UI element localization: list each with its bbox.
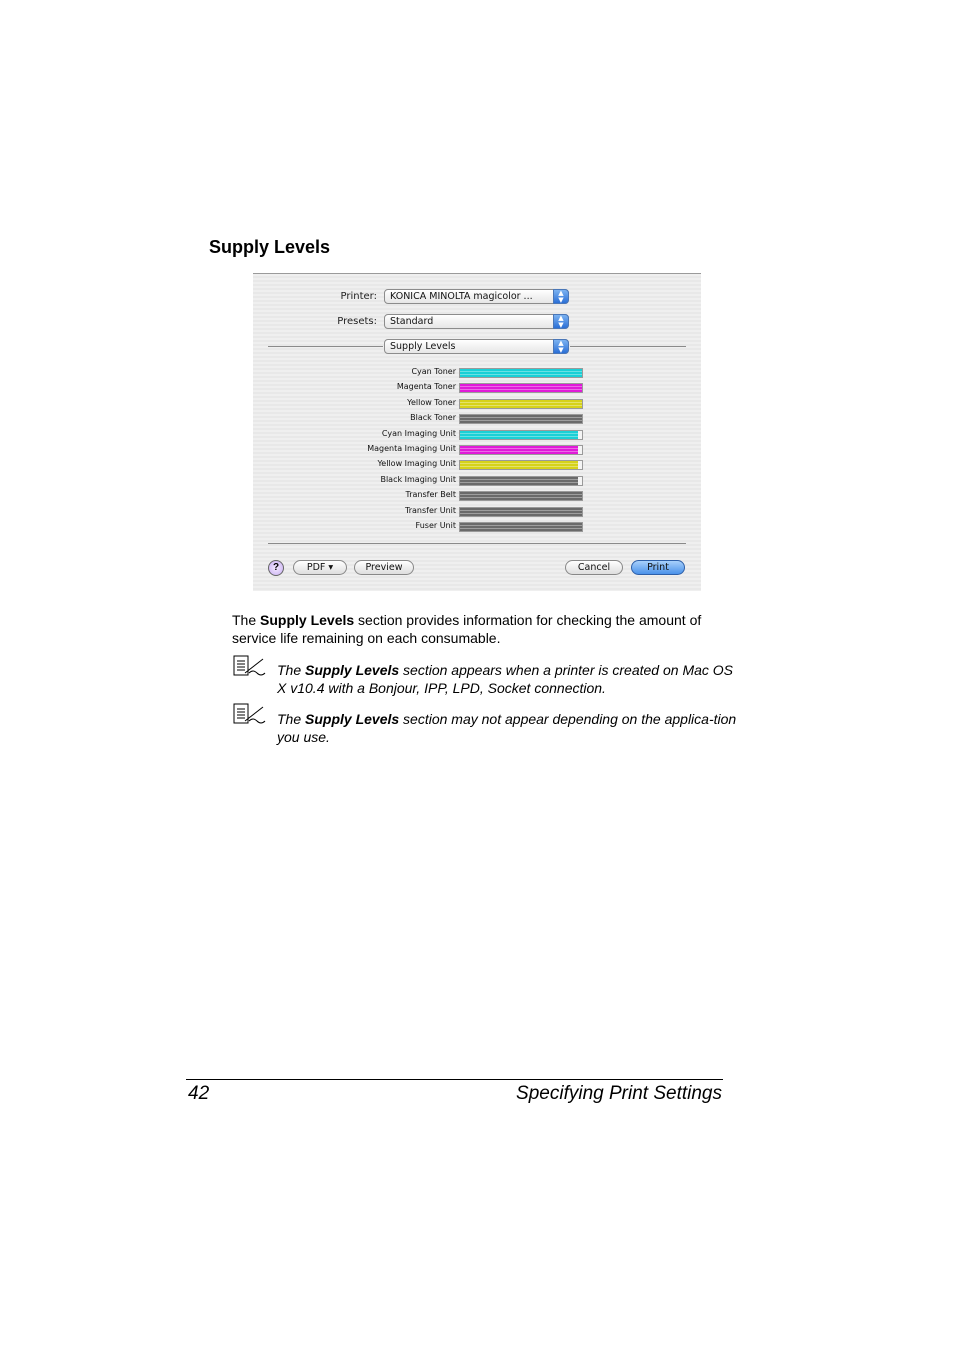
supply-level-fill — [460, 369, 582, 377]
supply-row: Black Toner — [253, 413, 701, 425]
supply-level-fill — [460, 415, 582, 424]
supply-name: Fuser Unit — [415, 521, 456, 530]
supply-row: Transfer Unit — [253, 506, 701, 518]
help-button[interactable]: ? — [268, 560, 284, 576]
supply-level-fill — [460, 476, 579, 485]
supply-name: Magenta Toner — [396, 382, 456, 392]
note-text: The — [277, 711, 306, 727]
supply-name: Magenta Imaging Unit — [367, 444, 456, 453]
supply-row: Cyan Imaging Unit — [253, 429, 701, 441]
supply-row: Yellow Toner — [253, 398, 701, 410]
print-dialog: Printer: KONICA MINOLTA magicolor ... ▲ ▼… — [253, 273, 701, 591]
supply-row: Yellow Imaging Unit — [253, 459, 701, 471]
supply-row: Fuser Unit — [253, 521, 701, 533]
supply-name: Cyan Toner — [411, 367, 456, 376]
intro-text: The — [232, 612, 261, 628]
supply-level-bar — [459, 475, 583, 486]
intro-bold: Supply Levels — [260, 612, 355, 628]
supply-level-bar — [459, 460, 583, 471]
supply-name: Transfer Unit — [405, 505, 456, 515]
separator-left — [268, 346, 383, 347]
supply-name: Transfer Belt — [405, 490, 456, 500]
printer-popup[interactable]: KONICA MINOLTA magicolor ... ▲ ▼ — [384, 289, 569, 304]
supply-row: Transfer Belt — [253, 490, 701, 502]
supply-level-fill — [460, 461, 579, 470]
supply-level-fill — [460, 399, 582, 408]
supply-level-bar — [459, 368, 583, 378]
supply-level-bar — [459, 491, 583, 502]
supply-level-bar — [459, 445, 583, 455]
panel-popup[interactable]: Supply Levels ▲ ▼ — [384, 339, 569, 354]
supply-level-bar — [459, 383, 583, 394]
supply-name: Black Imaging Unit — [380, 474, 456, 484]
supply-row: Black Imaging Unit — [253, 475, 701, 487]
supply-level-fill — [460, 384, 582, 393]
bottom-separator — [268, 543, 686, 544]
supply-level-bar — [459, 414, 583, 425]
note-icon — [233, 703, 266, 724]
supply-level-fill — [460, 523, 582, 531]
supply-name: Cyan Imaging Unit — [381, 428, 456, 438]
note-1: The Supply Levels section appears when a… — [277, 661, 737, 697]
supply-name: Yellow Toner — [407, 397, 456, 407]
popup-arrows-icon: ▲ ▼ — [553, 289, 569, 304]
footer-rule — [186, 1079, 723, 1080]
note-icon — [233, 655, 266, 676]
preview-button[interactable]: Preview — [354, 560, 414, 575]
note-bold: Supply Levels — [305, 662, 400, 678]
pdf-button[interactable]: PDF ▾ — [293, 560, 347, 575]
presets-label: Presets: — [337, 316, 377, 327]
supply-name: Black Toner — [410, 413, 456, 423]
presets-value: Standard — [390, 316, 434, 327]
supply-level-fill — [460, 492, 582, 501]
note-text: The — [277, 662, 306, 678]
page-number: 42 — [188, 1083, 210, 1104]
note-bold: Supply Levels — [305, 711, 400, 727]
intro-paragraph: The Supply Levels section provides infor… — [232, 611, 732, 647]
cancel-button[interactable]: Cancel — [565, 560, 623, 575]
supply-level-bar — [459, 429, 583, 440]
note-2: The Supply Levels section may not appear… — [277, 710, 737, 746]
supply-row: Magenta Imaging Unit — [253, 444, 701, 456]
printer-label: Printer: — [340, 291, 377, 302]
supply-level-fill — [460, 446, 579, 454]
panel-value: Supply Levels — [390, 341, 456, 352]
supply-level-bar — [459, 522, 583, 532]
supply-name: Yellow Imaging Unit — [377, 459, 456, 469]
supply-level-fill — [460, 507, 582, 516]
separator-right — [570, 346, 686, 347]
supply-level-bar — [459, 506, 583, 517]
supply-row: Cyan Toner — [253, 367, 701, 379]
presets-popup[interactable]: Standard ▲ ▼ — [384, 314, 569, 329]
print-button[interactable]: Print — [631, 560, 685, 575]
popup-arrows-icon: ▲ ▼ — [553, 339, 569, 354]
supply-level-bar — [459, 398, 583, 409]
printer-value: KONICA MINOLTA magicolor ... — [390, 291, 533, 302]
chapter-title: Specifying Print Settings — [516, 1083, 722, 1104]
section-heading: Supply Levels — [209, 237, 331, 257]
supply-row: Magenta Toner — [253, 382, 701, 394]
popup-arrows-icon: ▲ ▼ — [553, 314, 569, 329]
supply-level-fill — [460, 430, 579, 439]
